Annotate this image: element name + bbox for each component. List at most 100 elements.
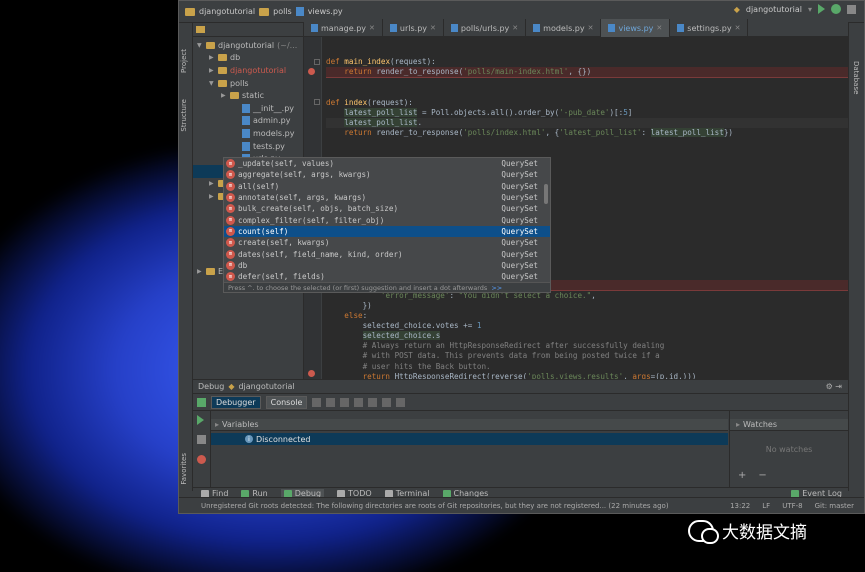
file-encoding[interactable]: UTF-8 [782, 502, 802, 510]
completion-item[interactable]: m bulk_create(self, objs, batch_size) Quer… [224, 203, 550, 214]
rerun-icon[interactable] [197, 397, 206, 407]
editor-tab[interactable]: models.py ✕ [526, 19, 602, 37]
project-tool-tab[interactable]: Project [180, 49, 188, 73]
step-into-icon[interactable] [340, 397, 350, 407]
close-icon[interactable]: ✕ [735, 24, 741, 32]
chevron-right-icon[interactable]: ▶ [209, 193, 215, 200]
close-icon[interactable]: ✕ [588, 24, 594, 32]
structure-tool-tab[interactable]: Structure [180, 99, 188, 132]
editor-tab[interactable]: settings.py ✕ [670, 19, 749, 37]
chevron-right-icon[interactable]: ▶ [209, 67, 215, 74]
no-watches-text: No watches [765, 445, 813, 454]
method-icon: m [226, 170, 235, 180]
code-line: selected_choice.votes += 1 [326, 321, 848, 331]
completion-item[interactable]: m _update(self, values) QuerySet [224, 158, 550, 169]
code-token: render_to_response( [376, 128, 464, 138]
chevron-right-icon[interactable]: ▶ [209, 54, 215, 61]
tab-debugger[interactable]: Debugger [211, 395, 261, 409]
completion-item[interactable]: m count(self) QuerySet [224, 225, 550, 238]
database-tool-tab[interactable]: Database [852, 61, 860, 94]
step-over-icon[interactable] [326, 397, 336, 407]
tree-item[interactable]: ▼ djangotutorial (~/... [193, 39, 303, 52]
breakpoint-icon[interactable] [308, 68, 315, 75]
completion-item[interactable]: m aggregate(self, args, kwargs) QuerySet [224, 169, 550, 180]
status-message[interactable]: Unregistered Git roots detected: The fol… [201, 502, 669, 510]
vcs-branch[interactable]: Git: master [815, 502, 854, 510]
stop-icon[interactable] [847, 4, 856, 14]
show-execution-point-icon[interactable] [312, 397, 322, 407]
add-watch-button[interactable]: + [738, 470, 746, 481]
variables-header: ▸ Variables [211, 419, 728, 431]
status-bar: Unregistered Git roots detected: The fol… [179, 497, 864, 513]
breakpoint-icon[interactable] [308, 370, 315, 377]
code-token: latest_poll_list [650, 128, 724, 138]
editor-tab[interactable]: urls.py ✕ [383, 19, 444, 37]
editor-tab[interactable]: polls/urls.py ✕ [444, 19, 527, 37]
step-out-icon[interactable] [368, 397, 378, 407]
fold-icon[interactable] [314, 59, 320, 65]
chevron-down-icon[interactable]: ▼ [197, 42, 203, 49]
completion-item[interactable]: m db QuerySet [224, 260, 550, 271]
tree-item[interactable]: tests.py [193, 140, 303, 153]
gear-icon[interactable]: ⚙ ⇥ [826, 382, 842, 391]
breadcrumb-file[interactable]: views.py [308, 7, 343, 16]
chevron-right-icon[interactable]: ▶ [197, 268, 203, 275]
code-line: else: [326, 311, 848, 321]
completion-item[interactable]: m all(self) QuerySet [224, 181, 550, 192]
debug-icon[interactable] [831, 4, 841, 14]
close-icon[interactable]: ✕ [430, 24, 436, 32]
tree-item[interactable]: __init__.py [193, 102, 303, 115]
resume-icon[interactable] [197, 415, 204, 425]
code-token: '-pub_date' [559, 107, 610, 117]
chevron-right-icon[interactable]: ▶ [221, 92, 227, 99]
code-token: 1 [476, 320, 482, 330]
library-icon [206, 268, 215, 276]
tree-item[interactable]: ▼ polls [193, 77, 303, 90]
editor-tab[interactable]: views.py ✕ [601, 19, 671, 37]
code-token: latest_poll_list [344, 118, 418, 128]
watches-title: Watches [743, 420, 778, 429]
step-into-my-code-icon[interactable] [354, 397, 364, 407]
favorites-tool-tab[interactable]: Favorites [180, 453, 188, 485]
tab-console[interactable]: Console [265, 395, 308, 409]
completion-item[interactable]: m annotate(self, args, kwargs) QuerySet [224, 192, 550, 203]
close-icon[interactable]: ✕ [369, 24, 375, 32]
line-separator[interactable]: LF [762, 502, 770, 510]
chevron-down-icon[interactable]: ▾ [808, 5, 812, 14]
code-line: selected_choice.s [326, 331, 848, 341]
run-to-cursor-icon[interactable] [382, 397, 392, 407]
breadcrumb-project[interactable]: djangotutorial [199, 7, 255, 16]
caret-position[interactable]: 13:22 [730, 502, 750, 510]
editor-tab[interactable]: manage.py ✕ [304, 19, 383, 37]
remove-watch-button[interactable]: − [758, 470, 766, 481]
tree-item[interactable]: admin.py [193, 115, 303, 128]
tree-item[interactable]: ▶ static [193, 89, 303, 102]
run-icon[interactable] [818, 4, 825, 14]
folder-icon [218, 66, 227, 74]
completion-item[interactable]: m complex_filter(self, filter_obj) QuerySe… [224, 214, 550, 225]
fold-icon[interactable] [314, 99, 320, 105]
tree-item[interactable]: ▶ djangotutorial [193, 64, 303, 77]
chevron-right-icon[interactable]: ▶ [209, 180, 215, 187]
run-config-select[interactable]: djangotutorial [746, 5, 802, 14]
code-token: . [417, 118, 423, 128]
breadcrumb-folder[interactable]: polls [273, 7, 292, 16]
tree-item[interactable]: models.py [193, 127, 303, 140]
view-breakpoints-icon[interactable] [197, 455, 206, 464]
python-file-icon [608, 24, 616, 32]
variables-row[interactable]: i Disconnected [211, 433, 728, 445]
stop-icon[interactable] [197, 435, 206, 444]
completion-item[interactable]: m create(self, kwargs) QuerySet [224, 237, 550, 248]
completion-hint-link[interactable]: >> [491, 284, 502, 292]
chevron-down-icon[interactable]: ▼ [209, 80, 215, 87]
completion-item[interactable]: m defer(self, fields) QuerySet [224, 271, 550, 282]
completion-type: QuerySet [501, 193, 538, 203]
evaluate-icon[interactable] [396, 397, 406, 407]
python-file-icon [389, 24, 397, 32]
close-icon[interactable]: ✕ [656, 24, 662, 32]
close-icon[interactable]: ✕ [512, 24, 518, 32]
completion-item[interactable]: m dates(self, field_name, kind, order) Que… [224, 248, 550, 259]
tree-item[interactable]: ▶ db [193, 52, 303, 65]
